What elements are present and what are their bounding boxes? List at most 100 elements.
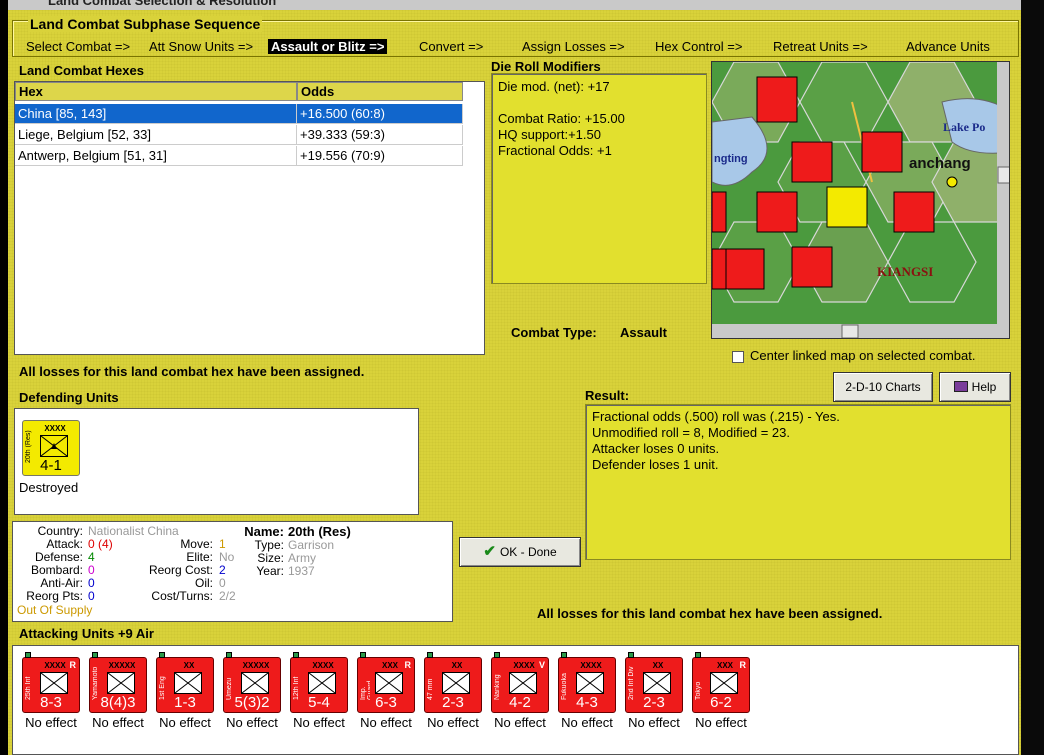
losses-assigned-msg: All losses for this land combat hex have… [19, 364, 365, 379]
hex-row-1[interactable]: Liege, Belgium [52, 33] [15, 125, 297, 145]
cost-turns-label: Cost/Turns: [151, 589, 213, 603]
charts-button[interactable]: 2-D-10 Charts [833, 372, 933, 402]
attacking-unit-counter[interactable]: XXXX V Nanking 4-2 [491, 652, 549, 713]
attacking-unit-counter[interactable]: XXXX 12th Inf 5-4 [290, 652, 348, 713]
phase-step-convert[interactable]: Convert => [419, 39, 483, 54]
unit-status-pip [561, 652, 567, 658]
attacking-unit-counter[interactable]: XXX R Tokyo 6-2 [692, 652, 750, 713]
attacking-unit-strength: 4-3 [576, 694, 598, 711]
attacking-unit-strength: 5-4 [308, 694, 330, 711]
attacking-unit-counter[interactable]: XXXX Fukuoka 4-3 [558, 652, 616, 713]
odds-row-1[interactable]: +39.333 (59:3) [297, 125, 463, 145]
unit-status-pip [695, 652, 701, 658]
attacking-unit-counter[interactable]: XXX R Imp. Guard 6-3 [357, 652, 415, 713]
hex-row-0[interactable]: China [85, 143] [15, 104, 297, 124]
infantry-x-icon [443, 673, 469, 693]
checkmark-icon: ✔ [483, 543, 496, 560]
defending-unit-counter[interactable]: XXXX 20th (Res) 4-1 [22, 420, 80, 476]
result-panel: Fractional odds (.500) roll was (.215) -… [585, 404, 1011, 560]
year-value: 1937 [288, 564, 315, 578]
charts-button-label: 2-D-10 Charts [845, 380, 921, 394]
map-svg [712, 62, 1009, 338]
unit-status-pip [25, 652, 31, 658]
move-value: 1 [219, 537, 226, 551]
attacking-unit-counter[interactable]: XX 47 mm 2-3 [424, 652, 482, 713]
ok-done-label: OK - Done [499, 545, 557, 559]
attacking-unit-flag: R [69, 660, 77, 670]
hex-column-header[interactable]: Hex [15, 82, 297, 101]
result-title: Result: [585, 388, 630, 403]
center-map-label[interactable]: Center linked map on selected combat. [750, 348, 975, 363]
help-button-label: Help [971, 380, 997, 394]
attacking-unit-symbol [174, 672, 202, 694]
phase-step-att-snow[interactable]: Att Snow Units => [149, 39, 253, 54]
odds-row-0[interactable]: +16.500 (60:8) [297, 104, 463, 124]
attacking-unit-effect: No effect [695, 715, 747, 730]
phase-step-select-combat[interactable]: Select Combat => [26, 39, 130, 54]
country-label: Country: [37, 524, 83, 538]
center-map-checkbox[interactable] [732, 351, 744, 363]
infantry-x-icon [309, 673, 335, 693]
result-line-2: Attacker loses 0 units. [592, 441, 720, 456]
phase-step-hex-control[interactable]: Hex Control => [655, 39, 742, 54]
supply-status: Out Of Supply [17, 603, 93, 617]
defending-unit-symbol [40, 435, 68, 457]
attacking-unit-strength: 5(3)2 [234, 694, 270, 711]
phase-step-advance[interactable]: Advance Units [906, 39, 990, 54]
odds-row-2[interactable]: +19.556 (70:9) [297, 146, 463, 166]
die-roll-panel: Die mod. (net): +17 Combat Ratio: +15.00… [491, 73, 707, 284]
name-value: 20th (Res) [288, 524, 351, 539]
reorg-cost-value: 2 [219, 563, 226, 577]
right-edge [1021, 0, 1044, 755]
phase-title: Land Combat Subphase Sequence [28, 16, 263, 32]
antiair-value: 0 [88, 576, 95, 590]
result-lines: Fractional odds (.500) roll was (.215) -… [592, 409, 840, 473]
combat-map[interactable]: Lake Po anchang KIANGSI ngting [711, 61, 1010, 339]
attacking-unit-effect: No effect [494, 715, 546, 730]
combat-type-value: Assault [620, 325, 667, 340]
bombard-value: 0 [88, 563, 95, 577]
attacking-unit-counter[interactable]: XXXX R 25th Inf 8-3 [22, 652, 80, 713]
odds-column-header[interactable]: Odds [297, 82, 463, 101]
attacking-unit-symbol [308, 672, 336, 694]
defense-value: 4 [88, 550, 95, 564]
unit-status-pip [92, 652, 98, 658]
attacking-unit-effect: No effect [628, 715, 680, 730]
attacking-unit-counter[interactable]: XX 2nd Inf Div 2-3 [625, 652, 683, 713]
move-label: Move: [180, 537, 213, 551]
attacking-unit-effect: No effect [427, 715, 479, 730]
attacking-unit-strength: 2-3 [442, 694, 464, 711]
reorg-cost-label: Reorg Cost: [148, 563, 213, 577]
defending-unit-strength: 4-1 [40, 457, 62, 474]
attacking-unit-symbol [241, 672, 269, 694]
attacking-unit-effect: No effect [25, 715, 77, 730]
attacking-unit-flag: R [739, 660, 747, 670]
unit-status-pip [628, 652, 634, 658]
attacking-unit-counter[interactable]: XX 1st Eng 1-3 [156, 652, 214, 713]
unit-status-pip [226, 652, 232, 658]
hex-row-2[interactable]: Antwerp, Belgium [51, 31] [15, 146, 297, 166]
combat-ratio-line: Combat Ratio: +15.00 [498, 111, 625, 126]
map-label-lake: Lake Po [943, 120, 986, 134]
infantry-x-icon [242, 673, 268, 693]
type-value: Garrison [288, 538, 335, 552]
country-value: Nationalist China [88, 524, 179, 538]
ok-done-button[interactable]: ✔ OK - Done [459, 537, 581, 567]
phase-step-assault-blitz[interactable]: Assault or Blitz => [268, 39, 388, 54]
oil-label: Oil: [195, 576, 213, 590]
attacking-unit-strength: 8-3 [40, 694, 62, 711]
attacking-unit-strength: 8(4)3 [100, 694, 136, 711]
year-label: Year: [256, 564, 284, 578]
phase-step-assign-losses[interactable]: Assign Losses => [522, 39, 625, 54]
die-roll-spacer [498, 95, 625, 111]
attacking-unit-flag: R [404, 660, 412, 670]
attacking-unit-symbol [107, 672, 135, 694]
infantry-x-icon [510, 673, 536, 693]
size-label: Size: [257, 551, 284, 565]
die-roll-lines: Die mod. (net): +17 Combat Ratio: +15.00… [498, 79, 625, 159]
help-button[interactable]: Help [939, 372, 1011, 402]
attacking-unit-effect: No effect [293, 715, 345, 730]
attacking-unit-counter[interactable]: XXXXX Umezu 5(3)2 [223, 652, 281, 713]
attacking-unit-counter[interactable]: XXXXX Yamamoto 8(4)3 [89, 652, 147, 713]
phase-step-retreat[interactable]: Retreat Units => [773, 39, 868, 54]
